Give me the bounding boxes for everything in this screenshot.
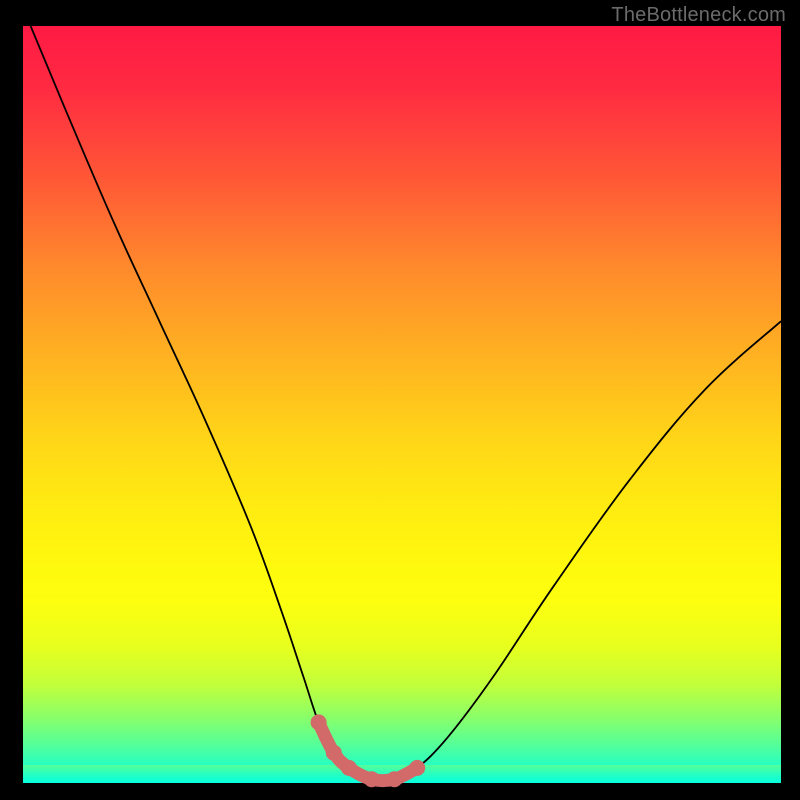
valley-dot (341, 760, 357, 776)
watermark-text: TheBottleneck.com (611, 4, 786, 27)
valley-dot (326, 745, 342, 761)
chart-container: TheBottleneck.com (0, 0, 800, 800)
valley-dot (311, 714, 327, 730)
plot-area (23, 26, 781, 783)
chart-svg (23, 26, 781, 783)
valley-dot (364, 771, 380, 787)
bottleneck-curve-path (31, 26, 781, 781)
valley-dot (386, 771, 402, 787)
valley-dot (409, 760, 425, 776)
